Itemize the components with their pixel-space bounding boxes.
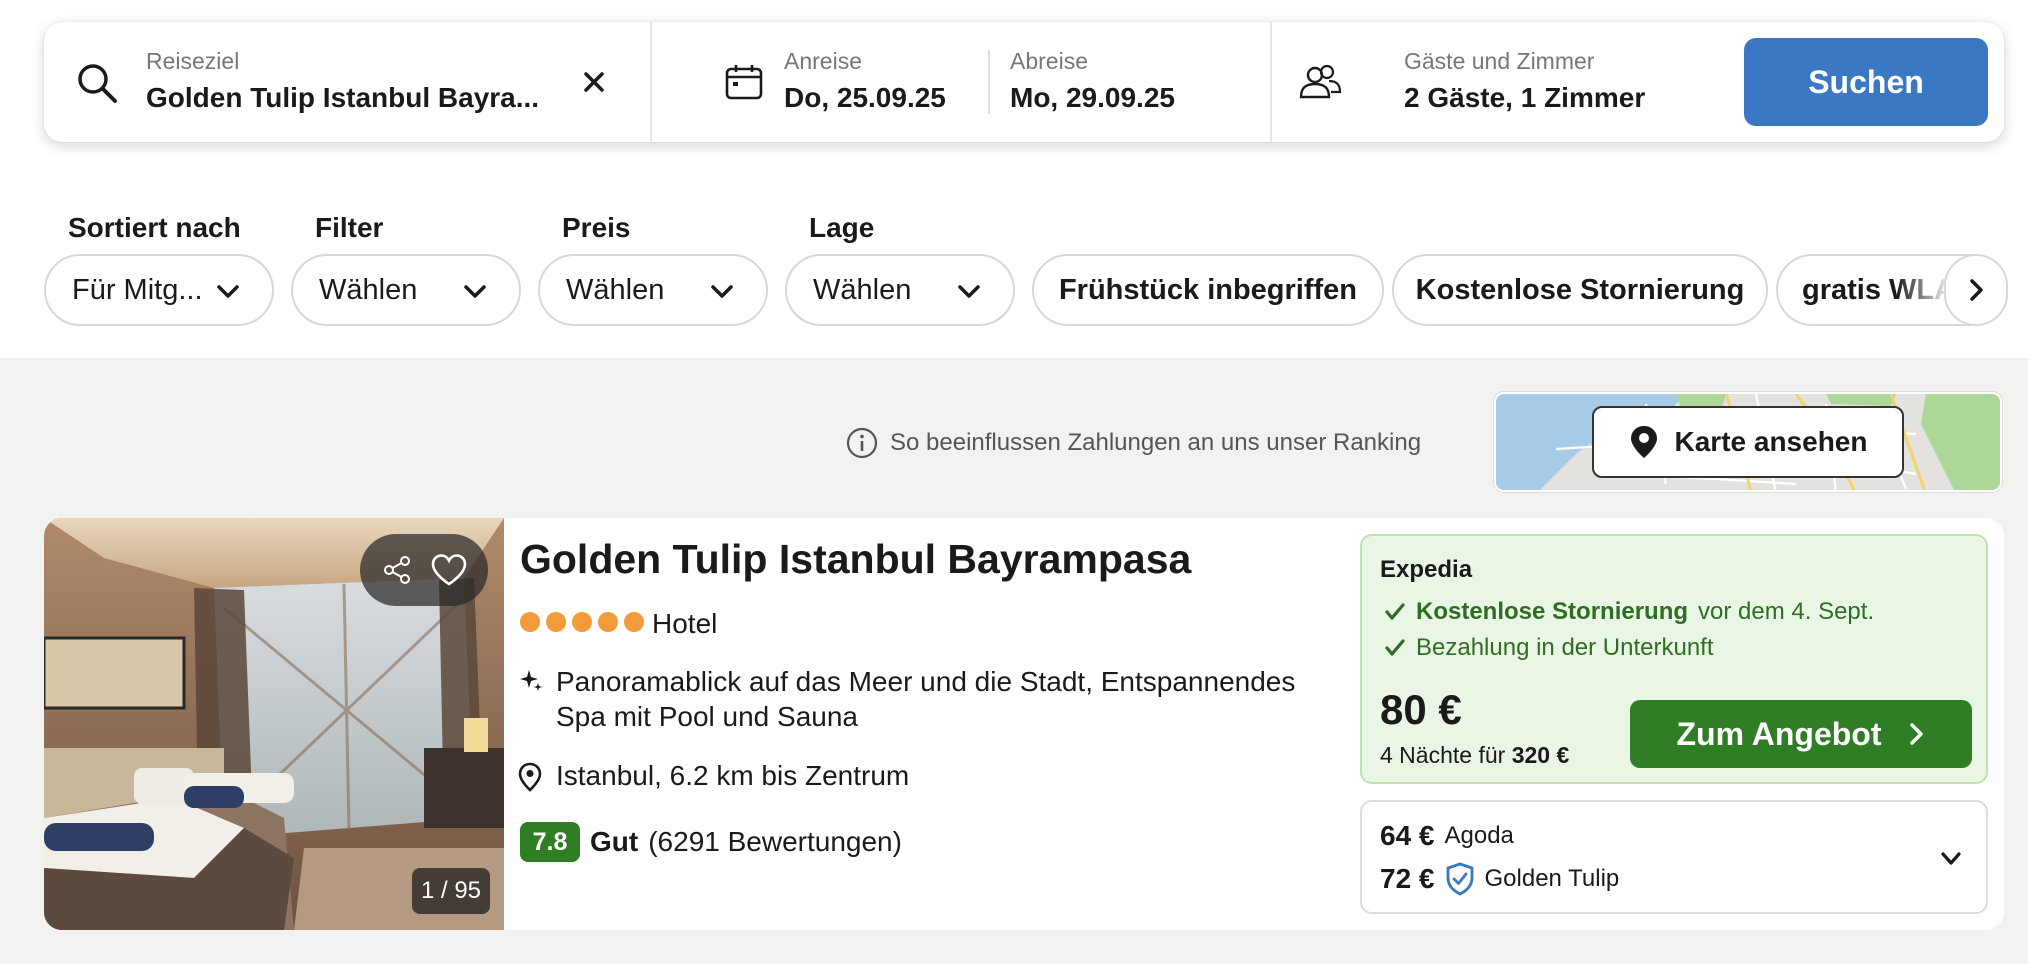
- chevron-down-icon: [464, 285, 486, 298]
- checkin-field[interactable]: Anreise Do, 25.09.25: [652, 22, 990, 142]
- star-dot: [598, 612, 618, 632]
- filter-label: Filter: [315, 212, 384, 243]
- checkout-value: Mo, 29.09.25: [1010, 82, 1175, 113]
- payment-line: Bezahlung in der Unterkunft: [1384, 634, 1714, 662]
- chevron-right-icon: [1909, 723, 1923, 745]
- hotel-highlights: Panoramablick auf das Meer und die Stadt…: [556, 666, 1296, 732]
- star-dot: [624, 612, 644, 632]
- info-icon: [846, 427, 878, 459]
- chevron-right-icon: [1970, 279, 1983, 301]
- price-value: Wählen: [566, 273, 665, 306]
- view-map-button[interactable]: Karte ansehen: [1592, 406, 1904, 478]
- calendar-icon: [724, 62, 764, 102]
- hotel-location: Istanbul, 6.2 km bis Zentrum: [556, 760, 910, 791]
- chevron-down-icon: [711, 285, 733, 298]
- deal-button[interactable]: Zum Angebot: [1630, 700, 1972, 768]
- sparkle-icon: [520, 670, 542, 691]
- top-offer[interactable]: Expedia Kostenlose Stornierung vor dem 4…: [1360, 534, 1988, 784]
- hotel-card[interactable]: 1 / 95 Golden Tulip Istanbul Bayrampasa …: [44, 518, 2004, 930]
- total-price: 320 €: [1511, 742, 1570, 768]
- guests-label: Gäste und Zimmer: [1404, 48, 1595, 74]
- other-offer-price: 64 €: [1380, 820, 1435, 851]
- guests-value: 2 Gäste, 1 Zimmer: [1404, 82, 1646, 113]
- cancellation-line: Kostenlose Stornierung vor dem 4. Sept.: [1384, 598, 1874, 626]
- cancellation-rest: vor dem 4. Sept.: [1698, 598, 1875, 625]
- location-label: Lage: [809, 212, 875, 243]
- nights-prefix: 4 Nächte für: [1380, 742, 1506, 768]
- price-dropdown[interactable]: Wählen: [538, 254, 768, 326]
- rating[interactable]: 7.8 Gut (6291 Bewertungen): [520, 822, 902, 862]
- payment-text: Bezahlung in der Unterkunft: [1416, 634, 1714, 661]
- star-dot: [520, 612, 540, 632]
- search-bar: Reiseziel Golden Tulip Istanbul Bayra...…: [44, 22, 2004, 142]
- scroll-right-button[interactable]: [1944, 254, 2008, 326]
- search-button[interactable]: Suchen: [1744, 38, 1988, 126]
- chevron-down-icon: [217, 285, 239, 298]
- other-offer-provider: Agoda: [1444, 822, 1514, 849]
- guests-field[interactable]: Gäste und Zimmer 2 Gäste, 1 Zimmer: [1272, 22, 1732, 142]
- rating-label: Gut: [590, 826, 639, 857]
- hotel-photo[interactable]: 1 / 95: [44, 518, 504, 930]
- checkin-value: Do, 25.09.25: [784, 82, 946, 113]
- view-map-label: Karte ansehen: [1674, 426, 1868, 457]
- other-offer-provider: Golden Tulip: [1484, 865, 1620, 892]
- checkout-field[interactable]: Abreise Mo, 29.09.25: [990, 22, 1272, 142]
- destination-label: Reiseziel: [146, 48, 240, 74]
- other-offers[interactable]: 64 € Agoda 72 € Golden Tulip: [1360, 800, 1988, 914]
- share-icon[interactable]: [381, 554, 413, 586]
- offer-provider: Expedia: [1380, 556, 1473, 583]
- cancellation-bold: Kostenlose Stornierung: [1416, 598, 1689, 625]
- rating-score: 7.8: [520, 822, 580, 862]
- check-icon: [1385, 639, 1405, 656]
- star-dot: [572, 612, 592, 632]
- other-offer-row: 72 € Golden Tulip: [1380, 862, 1619, 896]
- chip-free-cancellation[interactable]: Kostenlose Stornierung: [1392, 254, 1768, 326]
- heart-icon[interactable]: [430, 553, 468, 587]
- location-value: Wählen: [813, 273, 912, 306]
- guests-icon: [1298, 62, 1342, 102]
- star-rating: [520, 612, 644, 632]
- sort-label: Sortiert nach: [68, 212, 241, 243]
- review-count: (6291 Bewertungen): [648, 826, 902, 857]
- other-offer-price: 72 €: [1380, 863, 1435, 894]
- filter-dropdown[interactable]: Wählen: [291, 254, 521, 326]
- photo-actions: [360, 534, 488, 606]
- location-pin-icon: [518, 762, 542, 792]
- filter-value: Wählen: [319, 273, 418, 306]
- chip-breakfast[interactable]: Frühstück inbegriffen: [1032, 254, 1384, 326]
- map-pin-icon: [1630, 426, 1657, 458]
- clear-icon[interactable]: [578, 66, 610, 98]
- destination-value: Golden Tulip Istanbul Bayra...: [146, 82, 540, 113]
- chevron-down-icon[interactable]: [1938, 846, 1964, 872]
- offer-price: 80 €: [1380, 686, 1462, 733]
- other-offer-row: 64 € Agoda: [1380, 820, 1514, 852]
- ranking-info-text: So beeinflussen Zahlungen an uns unser R…: [890, 429, 1422, 456]
- photo-counter: 1 / 95: [412, 868, 490, 914]
- chevron-down-icon: [958, 285, 980, 298]
- verified-shield-icon: [1446, 862, 1473, 896]
- offer-total: 4 Nächte für 320 €: [1380, 742, 1569, 769]
- destination-field[interactable]: Reiseziel Golden Tulip Istanbul Bayra...: [44, 22, 650, 142]
- checkout-label: Abreise: [1010, 48, 1088, 74]
- checkin-label: Anreise: [784, 48, 862, 74]
- sort-dropdown[interactable]: Für Mitg...: [44, 254, 274, 326]
- ranking-info[interactable]: So beeinflussen Zahlungen an uns unser R…: [846, 424, 1421, 462]
- deal-button-label: Zum Angebot: [1676, 715, 1882, 752]
- location-dropdown[interactable]: Wählen: [785, 254, 1015, 326]
- search-icon: [74, 60, 120, 106]
- hotel-type: Hotel: [652, 608, 718, 639]
- check-icon: [1385, 603, 1405, 620]
- price-label: Preis: [562, 212, 631, 243]
- star-dot: [546, 612, 566, 632]
- hotel-name[interactable]: Golden Tulip Istanbul Bayrampasa: [520, 536, 1191, 583]
- sort-value: Für Mitg...: [72, 273, 203, 306]
